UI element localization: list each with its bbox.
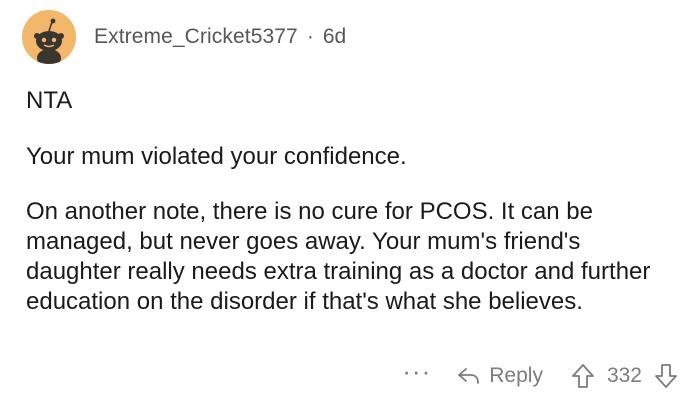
reply-button[interactable]: Reply (457, 364, 543, 388)
snoo-icon (22, 10, 76, 64)
comment-age[interactable]: 6d (323, 25, 346, 49)
comment-actions: ··· Reply 332 (402, 356, 678, 396)
comment-paragraph: Your mum violated your confidence. (26, 143, 407, 170)
comment: Extreme_Cricket5377 · 6d NTA Your mum vi… (0, 0, 700, 409)
meta-separator: · (306, 25, 314, 48)
downvote-arrow-icon[interactable] (654, 363, 678, 389)
comment-header: Extreme_Cricket5377 · 6d (22, 10, 346, 64)
vote-score: 332 (606, 364, 642, 387)
reply-label: Reply (489, 364, 543, 387)
comment-paragraph: NTA (26, 87, 73, 114)
reply-arrow-icon (458, 368, 480, 384)
vote-controls: 332 (571, 363, 678, 389)
more-options-button[interactable]: ··· (402, 358, 431, 391)
upvote-arrow-icon[interactable] (571, 363, 595, 389)
author-username[interactable]: Extreme_Cricket5377 (94, 25, 298, 49)
comment-paragraph: On another note, there is no cure for PC… (26, 198, 651, 315)
avatar[interactable] (22, 10, 76, 64)
